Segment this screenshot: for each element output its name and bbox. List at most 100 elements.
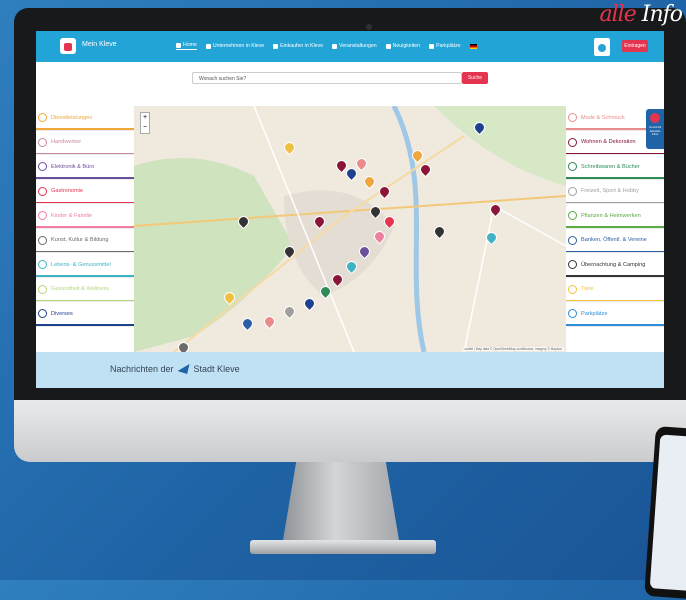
nav-neuigkeiten-label: Neuigkeiten <box>392 43 421 49</box>
category-icon <box>568 260 577 270</box>
category-left-8[interactable]: Diverses <box>36 302 134 327</box>
nav-home[interactable]: Home <box>176 42 197 50</box>
category-left-1[interactable]: Handwerker <box>36 131 134 155</box>
german-flag-icon <box>469 43 477 49</box>
news-suffix: Stadt Kleve <box>193 364 240 374</box>
category-right-8[interactable]: Parkplätze <box>566 302 664 327</box>
category-underline <box>36 201 134 203</box>
badge-word-info: Info <box>641 2 683 27</box>
category-icon <box>568 309 577 319</box>
shopping-bag-icon <box>273 43 279 49</box>
category-left-5[interactable]: Kunst, Kultur & Bildung <box>36 229 134 253</box>
river-line <box>391 106 427 352</box>
zoom-control[interactable]: + − <box>140 112 150 134</box>
news-banner-text: Nachrichten der Stadt Kleve <box>110 364 240 374</box>
category-underline <box>566 152 664 154</box>
monitor-chin <box>14 400 686 462</box>
zoom-out-button[interactable]: − <box>141 123 149 133</box>
register-button[interactable]: Eintragen <box>622 40 648 52</box>
category-underline <box>36 152 134 154</box>
category-right-2[interactable]: Schreibwaren & Bücher <box>566 155 664 180</box>
category-icon <box>568 113 577 123</box>
search-input[interactable]: Wonach suchen Sie? <box>192 72 462 84</box>
category-icon <box>568 162 577 172</box>
zoom-in-button[interactable]: + <box>141 113 149 123</box>
category-left-6[interactable]: Lebens- & Genussmittel <box>36 253 134 278</box>
nav-unternehmen[interactable]: Unternehmen in Kleve <box>205 42 265 50</box>
category-left-2[interactable]: Elektronik & Büro <box>36 155 134 180</box>
category-label: Kunst, Kultur & Bildung <box>51 237 109 244</box>
category-label: Dienstleistungen <box>51 114 93 121</box>
category-label: Handwerker <box>51 139 82 146</box>
category-left-0[interactable]: Dienstleistungen <box>36 106 134 131</box>
search-button[interactable]: Suche <box>462 72 488 84</box>
top-navbar: Mein Kleve Home Unternehmen in Kleve Ein… <box>36 31 664 62</box>
category-underline <box>566 324 664 326</box>
category-label: Übernachtung & Camping <box>581 261 646 268</box>
category-underline <box>566 250 664 252</box>
nav-parkplaetze-label: Parkplätze <box>436 43 461 49</box>
category-label: Pflanzen & Heimwerken <box>581 212 641 219</box>
phone-screen <box>649 434 686 592</box>
map-base-layer <box>134 106 566 352</box>
category-icon <box>38 186 47 196</box>
category-label: Banken, Öffentl. & Vereine <box>581 237 647 244</box>
brand-name[interactable]: Mein Kleve <box>82 41 117 48</box>
category-left-4[interactable]: Kinder & Familie <box>36 204 134 229</box>
category-icon <box>38 137 47 147</box>
street-line <box>463 204 566 352</box>
category-right-4[interactable]: Pflanzen & Heimwerken <box>566 204 664 229</box>
nav-veranstaltungen[interactable]: Veranstaltungen <box>332 42 377 50</box>
parking-icon <box>429 43 435 49</box>
nav-einkaufen[interactable]: Einkaufen in Kleve <box>273 42 323 50</box>
newspaper-icon <box>385 43 391 49</box>
nav-neuigkeiten[interactable]: Neuigkeiten <box>385 42 421 50</box>
category-list-left: Dienstleistungen Handwerker Elektronik & B… <box>36 106 134 327</box>
nav-veranstaltungen-label: Veranstaltungen <box>339 43 377 49</box>
category-underline <box>566 275 664 277</box>
category-underline <box>566 226 664 228</box>
category-label: Elektronik & Büro <box>51 163 95 170</box>
category-label: Gesundheit & Wellness <box>51 286 110 293</box>
covid-label: Covid-19 Aktuelle Infos <box>648 125 661 137</box>
category-icon <box>38 309 47 319</box>
category-icon <box>568 211 577 221</box>
city-map[interactable]: + − Leaflet | Map data © OpenStreetMap co… <box>134 106 566 352</box>
main-menu: Home Unternehmen in Kleve Einkaufen in K… <box>176 42 477 50</box>
category-right-3[interactable]: Freizeit, Sport & Hobby <box>566 180 664 204</box>
map-attribution[interactable]: Leaflet | Map data © OpenStreetMap contr… <box>461 347 564 351</box>
category-underline <box>36 324 134 326</box>
category-icon <box>568 284 577 294</box>
category-icon <box>38 162 47 172</box>
stadt-kleve-logo-icon <box>177 364 190 374</box>
category-icon <box>568 235 577 245</box>
category-left-3[interactable]: Gastronomie <box>36 180 134 204</box>
monitor-base <box>250 540 436 554</box>
nav-unternehmen-label: Unternehmen in Kleve <box>212 43 265 49</box>
monitor-stand <box>282 462 400 546</box>
category-label: Lebens- & Genussmittel <box>51 261 111 268</box>
category-left-7[interactable]: Gesundheit & Wellness <box>36 278 134 302</box>
virus-icon <box>650 113 660 123</box>
calendar-icon <box>332 43 338 49</box>
mein-kleve-logo[interactable] <box>60 38 76 54</box>
language-selector[interactable] <box>469 42 477 50</box>
category-underline <box>36 177 134 179</box>
badge-logo-text: alle Info <box>600 2 683 27</box>
website-screen: Mein Kleve Home Unternehmen in Kleve Ein… <box>36 31 664 388</box>
category-underline <box>566 299 664 301</box>
account-icon[interactable] <box>594 38 610 56</box>
category-right-7[interactable]: Tiere <box>566 278 664 302</box>
category-icon <box>38 284 47 294</box>
nav-parkplaetze[interactable]: Parkplätze <box>429 42 461 50</box>
category-label: Gastronomie <box>51 188 84 195</box>
category-underline <box>36 128 134 130</box>
camera-dot <box>366 24 372 30</box>
category-icon <box>38 211 47 221</box>
category-label: Kinder & Familie <box>51 212 93 219</box>
category-label: Freizeit, Sport & Hobby <box>581 188 639 195</box>
category-right-6[interactable]: Übernachtung & Camping <box>566 253 664 278</box>
category-right-5[interactable]: Banken, Öffentl. & Vereine <box>566 229 664 253</box>
covid-info-tab[interactable]: Covid-19 Aktuelle Infos <box>646 109 664 149</box>
news-banner[interactable]: Nachrichten der Stadt Kleve <box>36 352 664 388</box>
